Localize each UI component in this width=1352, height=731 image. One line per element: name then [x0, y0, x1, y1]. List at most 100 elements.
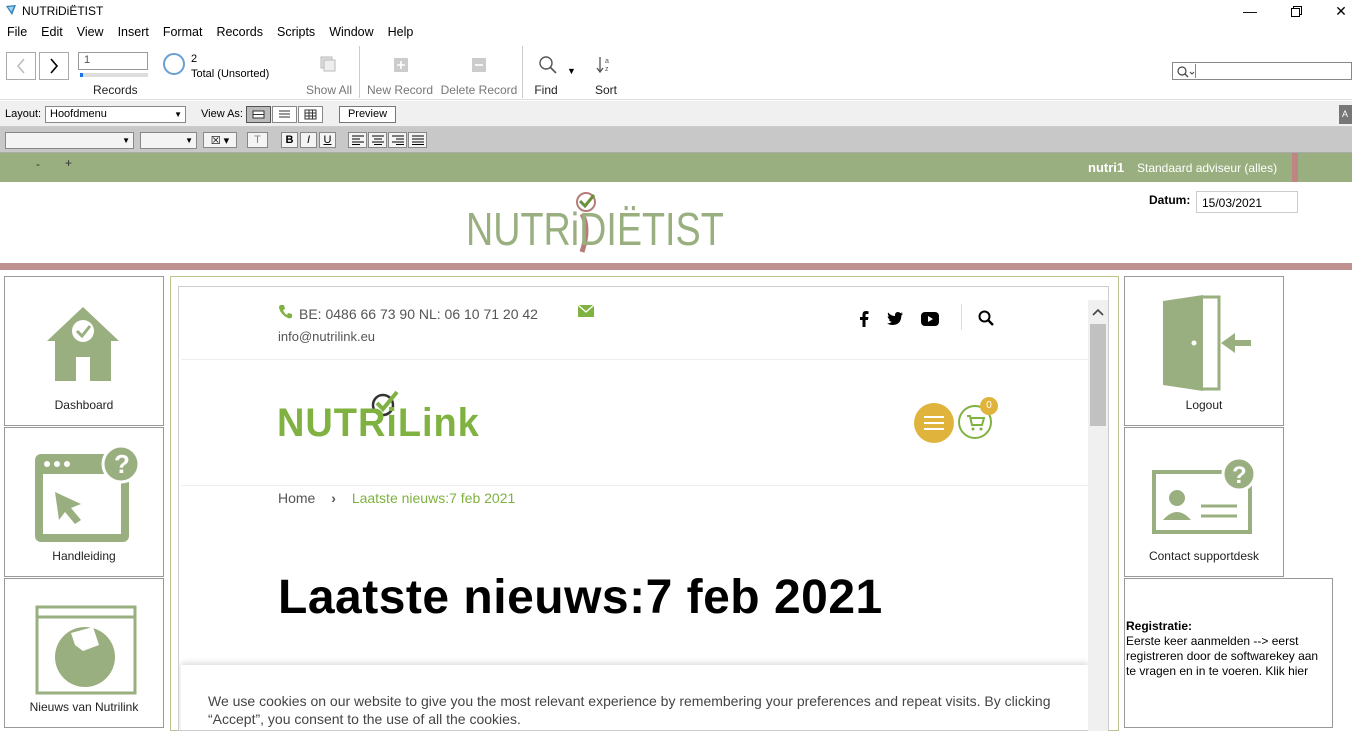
phone-icon	[279, 305, 292, 319]
align-center-button[interactable]	[368, 132, 387, 148]
chevron-left-icon	[17, 58, 25, 74]
preview-button[interactable]: Preview	[339, 106, 396, 123]
handleiding-label: Handleiding	[52, 549, 116, 563]
web-scrollbar-thumb[interactable]	[1090, 324, 1106, 426]
menu-bar: File Edit View Insert Format Records Scr…	[0, 22, 1352, 42]
menu-view[interactable]: View	[77, 25, 104, 39]
record-pie-icon	[163, 53, 185, 75]
sort-button[interactable]: Sort	[590, 83, 622, 97]
text-color-button[interactable]: ☒ ▾	[203, 132, 237, 148]
user-bar: - + nutri1 Standaard adviseur (alles)	[0, 153, 1352, 182]
nieuws-tile[interactable]: Nieuws van Nutrilink	[4, 578, 164, 728]
search-icon	[539, 56, 557, 74]
align-justify-button[interactable]	[408, 132, 427, 148]
scroll-up-icon[interactable]	[1092, 308, 1104, 316]
handleiding-tile[interactable]: ? Handleiding	[4, 427, 164, 577]
side-panel-button[interactable]: A	[1339, 105, 1352, 124]
record-slider-thumb[interactable]	[80, 73, 83, 77]
zoom-out-button[interactable]: -	[36, 157, 40, 171]
breadcrumb-separator-icon: ›	[331, 490, 336, 506]
toolbar: 1 Records 2 Total (Unsorted) Show All Ne…	[0, 42, 1352, 100]
accent-stripe	[1292, 153, 1298, 182]
align-center-icon	[371, 135, 384, 145]
menu-insert[interactable]: Insert	[118, 25, 149, 39]
hamburger-menu-button[interactable]	[914, 403, 954, 443]
delete-record-icon	[472, 58, 486, 72]
record-slider[interactable]	[80, 73, 148, 77]
align-left-icon	[351, 135, 364, 145]
form-view-icon	[252, 110, 265, 119]
menu-file[interactable]: File	[7, 25, 27, 39]
zoom-in-button[interactable]: +	[65, 156, 72, 170]
email-link[interactable]: info@nutrilink.eu	[278, 329, 375, 344]
registration-panel[interactable]: Registratie: Eerste keer aanmelden --> e…	[1124, 578, 1333, 728]
nutrilink-logo[interactable]: NUTRiLink	[277, 387, 487, 447]
align-left-button[interactable]	[348, 132, 367, 148]
user-role: Standaard adviseur (alles)	[1137, 161, 1278, 175]
search-icon[interactable]	[978, 310, 994, 326]
user-name: nutri1	[1088, 160, 1125, 175]
quick-find-input[interactable]	[1172, 62, 1352, 80]
align-justify-icon	[411, 135, 424, 145]
menu-scripts[interactable]: Scripts	[277, 25, 315, 39]
next-record-button[interactable]	[39, 52, 69, 80]
chevron-down-icon: ▼	[185, 136, 193, 145]
registration-title: Registratie:	[1126, 619, 1193, 633]
twitter-icon[interactable]	[887, 312, 903, 325]
close-button[interactable]: ✕	[1318, 0, 1352, 22]
menu-help[interactable]: Help	[388, 25, 414, 39]
chevron-right-icon	[50, 58, 59, 74]
toolbar-separator	[359, 46, 360, 98]
show-all-button[interactable]: Show All	[304, 83, 354, 97]
title-bar: NUTRiDiËTIST — ✕	[0, 0, 1352, 22]
record-number-input[interactable]: 1	[78, 52, 148, 70]
logout-label: Logout	[1185, 398, 1223, 412]
align-right-icon	[391, 135, 404, 145]
view-table-button[interactable]	[298, 106, 323, 123]
format-bar: ▼ ▼ ☒ ▾ T B I U	[0, 127, 1352, 153]
dashboard-tile[interactable]: Dashboard	[4, 276, 164, 426]
menu-window[interactable]: Window	[329, 25, 373, 39]
view-form-button[interactable]	[246, 106, 271, 123]
cookie-banner[interactable]: We use cookies on our website to give yo…	[181, 665, 1088, 730]
breadcrumb-home[interactable]: Home	[278, 490, 315, 506]
email-icon	[578, 305, 594, 317]
youtube-icon[interactable]	[921, 312, 939, 326]
records-label: Records	[93, 83, 138, 97]
menu-edit[interactable]: Edit	[41, 25, 63, 39]
web-viewer[interactable]: BE: 0486 66 73 90 NL: 06 10 71 20 42 inf…	[178, 286, 1109, 731]
datum-field[interactable]: 15/03/2021	[1196, 191, 1298, 213]
quick-find-icon	[1177, 66, 1195, 78]
bold-button[interactable]: B	[281, 132, 298, 148]
font-size-select[interactable]: ▼	[140, 132, 197, 149]
table-view-icon	[304, 109, 317, 120]
italic-button[interactable]: I	[300, 132, 317, 148]
menu-format[interactable]: Format	[163, 25, 203, 39]
svg-text:?: ?	[114, 449, 130, 479]
facebook-icon[interactable]	[859, 311, 869, 327]
underline-button[interactable]: U	[319, 132, 336, 148]
font-select[interactable]: ▼	[5, 132, 134, 149]
restore-button[interactable]	[1273, 0, 1319, 22]
prev-record-button[interactable]	[6, 52, 36, 80]
find-button[interactable]: Find	[530, 83, 562, 97]
news-icon	[35, 605, 137, 695]
phone-text: BE: 0486 66 73 90 NL: 06 10 71 20 42	[299, 306, 538, 322]
delete-record-button[interactable]: Delete Record	[440, 83, 518, 97]
breadcrumb-divider	[181, 485, 1088, 486]
layout-label: Layout:	[5, 108, 42, 120]
header-separator	[961, 304, 962, 330]
new-record-button[interactable]: New Record	[366, 83, 434, 97]
show-all-icon	[320, 56, 336, 72]
chevron-down-icon[interactable]: ▼	[567, 66, 576, 76]
logout-tile[interactable]: Logout	[1124, 276, 1284, 426]
align-right-button[interactable]	[388, 132, 407, 148]
view-list-button[interactable]	[272, 106, 297, 123]
nutridietist-logo: NUTRiDIËTIST	[466, 190, 756, 256]
text-format-button[interactable]: T	[247, 132, 268, 148]
menu-records[interactable]: Records	[216, 25, 263, 39]
cookie-text: We use cookies on our website to give yo…	[208, 693, 1051, 727]
contact-supportdesk-tile[interactable]: ? Contact supportdesk	[1124, 427, 1284, 577]
layout-select[interactable]: Hoofdmenu ▼	[45, 106, 186, 123]
minimize-button[interactable]: —	[1227, 0, 1273, 22]
